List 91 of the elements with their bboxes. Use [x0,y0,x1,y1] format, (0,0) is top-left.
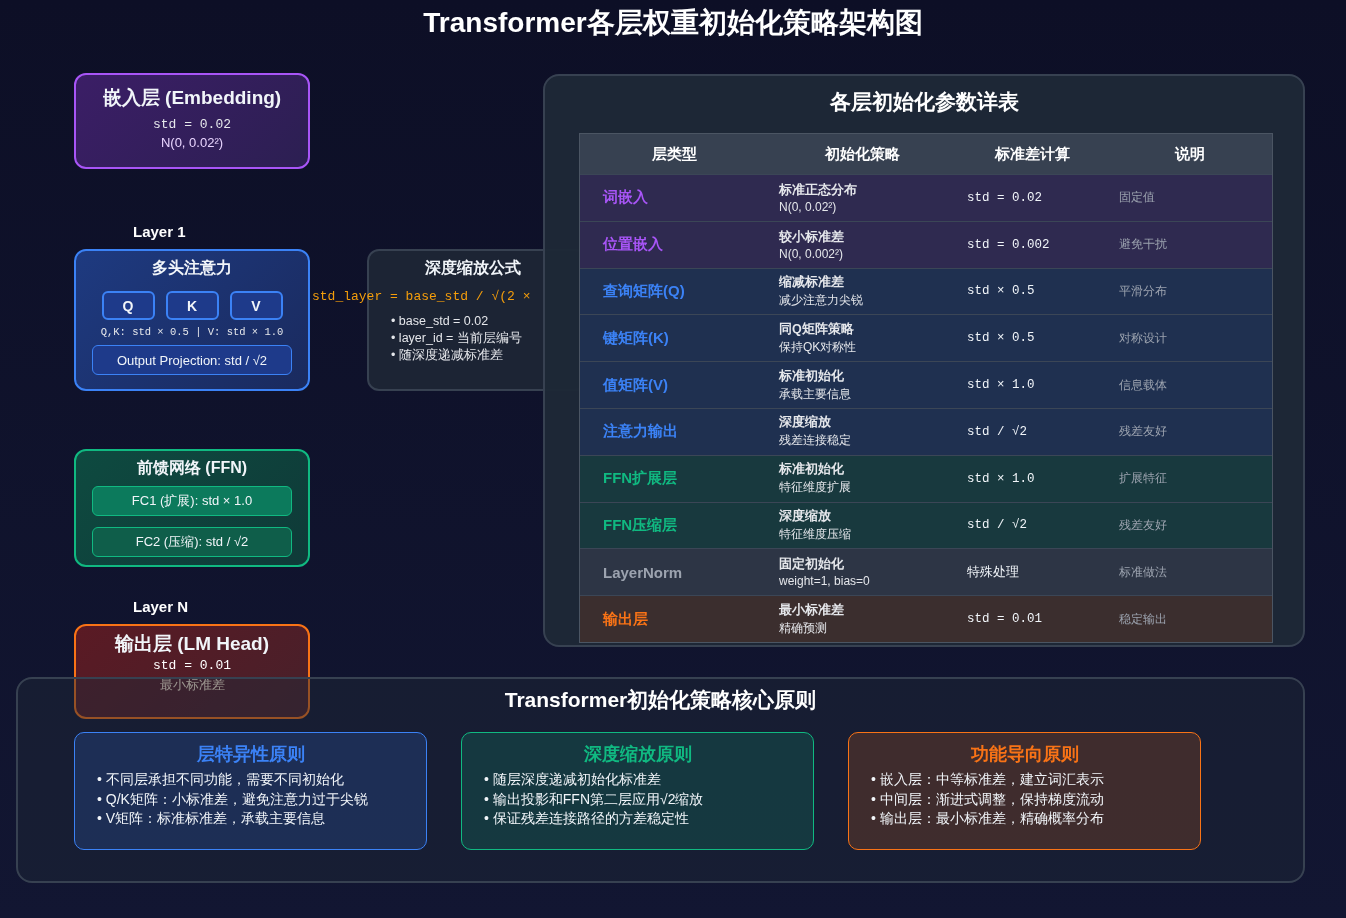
head-box: K [165,291,219,320]
box-title: 输出层 (LM Head) [114,632,270,656]
layer-name: 位置嵌入 [601,235,664,255]
column-header: 初始化策略 [823,144,901,164]
strategy-detail: N(0, 0.002²) [779,246,845,261]
card-title: 功能导向原则 [969,743,1080,766]
strategy-text: 较小标准差 [779,228,845,246]
std-formula: std / √2 [966,518,1028,533]
note-text: 固定值 [1118,189,1156,207]
std-value: std = 0.01 [153,658,231,673]
box-title: 多头注意力 [152,258,232,278]
diagram-title: Transformer各层权重初始化策略架构图 [422,6,924,40]
distribution-text: N(0, 0.02²) [160,135,224,150]
strategy-detail: weight=1, bias=0 [779,574,871,589]
strategy-text: 同Q矩阵策略 [779,320,855,338]
note-text: 标准做法 [1118,563,1168,581]
formula-expression: std_layer = base_std / √(2 × [312,289,531,304]
std-formula: std = 0.02 [966,190,1043,205]
bullet-text: • 输出投影和FFN第二层应用√2缩放 [484,789,705,809]
card-title: 深度缩放原则 [582,743,693,766]
note-text: 信息载体 [1118,376,1168,394]
bullet-text: • 中间层：渐进式调整，保持梯度流动 [871,789,1105,809]
bullet-text: • 输出层：最小标准差，精确概率分布 [871,809,1105,828]
fc-layer-box: FC1 (扩展): std × 1.0 [92,486,292,516]
strategy-text: 深度缩放 [779,507,832,525]
card-title: 层特异性原则 [195,743,306,766]
strategy-text: 标准初始化 [779,367,845,385]
strategy-text: 标准正态分布 [779,181,858,199]
strategy-detail: 残差连接稳定 [779,432,852,450]
box-title: 深度缩放公式 [425,258,521,278]
strategy-text: 最小标准差 [779,601,845,619]
layer-name: LayerNorm [602,563,684,581]
note-text: 最小标准差 [159,676,225,694]
strategy-text: 固定初始化 [779,556,845,574]
box-title: 前馈网络 (FFN) [136,458,248,478]
note-text: 稳定输出 [1118,610,1168,628]
layer-name: FFN扩展层 [602,469,679,489]
scaling-text: Q,K: std × 0.5 | V: std × 1.0 [100,326,284,338]
std-formula: std = 0.01 [966,612,1043,627]
std-formula: std × 0.5 [966,284,1036,299]
strategy-detail: 精确预测 [779,619,828,637]
note-text: 扩展特征 [1118,470,1168,488]
std-formula: std × 0.5 [966,331,1036,346]
bullet-text: • base_std = 0.02 [391,313,490,330]
note-text: 避免干扰 [1118,236,1168,254]
strategy-detail: 特征维度压缩 [779,525,852,543]
layer-name: FFN压缩层 [602,515,679,535]
bullet-text: • 保证残差连接路径的方差稳定性 [484,809,690,828]
note-text: 对称设计 [1118,329,1168,347]
head-box: Q [101,291,155,320]
bullet-text: • Q/K矩阵：小标准差，避免注意力过于尖锐 [97,789,369,809]
layer-name: 值矩阵(V) [601,375,669,395]
strategy-detail: 保持QK对称性 [779,338,858,356]
std-formula: 特殊处理 [966,564,1020,581]
box-title: 嵌入层 (Embedding) [102,86,282,110]
layer-label: Layer 1 [133,223,186,240]
column-header: 层类型 [650,144,698,164]
column-header: 标准差计算 [993,144,1071,164]
std-formula: std / √2 [966,424,1028,439]
std-formula: std = 0.002 [966,237,1051,252]
layer-name: 注意力输出 [602,422,679,442]
strategy-detail: 减少注意力尖锐 [779,292,864,309]
bullet-text: • 随层深度递减初始化标准差 [484,770,662,789]
std-value: std = 0.02 [153,117,231,132]
layer-name: 查询矩阵(Q) [602,282,686,301]
note-text: 残差友好 [1118,423,1168,441]
bullet-text: • 嵌入层：中等标准差，建立词汇表示 [871,770,1105,789]
note-text: 残差友好 [1118,516,1168,534]
layer-name: 词嵌入 [601,188,649,208]
bullet-text: • V矩阵：标准标准差，承载主要信息 [97,809,327,828]
bullet-text: • 不同层承担不同功能，需要不同初始化 [97,770,345,789]
bullet-text: • 随深度递减标准差 [391,347,504,364]
panel-title: Transformer初始化策略核心原则 [504,687,817,713]
strategy-text: 缩减标准差 [779,274,845,291]
strategy-detail: 特征维度扩展 [779,479,852,497]
output-projection-box: Output Projection: std / √2 [92,345,292,375]
strategy-text: 标准初始化 [779,461,845,479]
layer-name: 输出层 [601,609,649,629]
head-box: V [229,291,283,320]
strategy-detail: N(0, 0.02²) [779,199,838,214]
column-header: 说明 [1173,144,1206,164]
strategy-detail: 承载主要信息 [779,385,852,403]
layer-name: 键矩阵(K) [601,328,670,348]
fc-layer-box: FC2 (压缩): std / √2 [92,527,292,557]
panel-title: 各层初始化参数详表 [829,89,1019,115]
std-formula: std × 1.0 [966,378,1036,393]
strategy-text: 深度缩放 [779,414,832,432]
std-formula: std × 1.0 [966,471,1036,486]
layer-label: Layer N [133,598,189,615]
note-text: 平滑分布 [1118,283,1168,300]
bullet-text: • layer_id = 当前层编号 [391,330,522,347]
